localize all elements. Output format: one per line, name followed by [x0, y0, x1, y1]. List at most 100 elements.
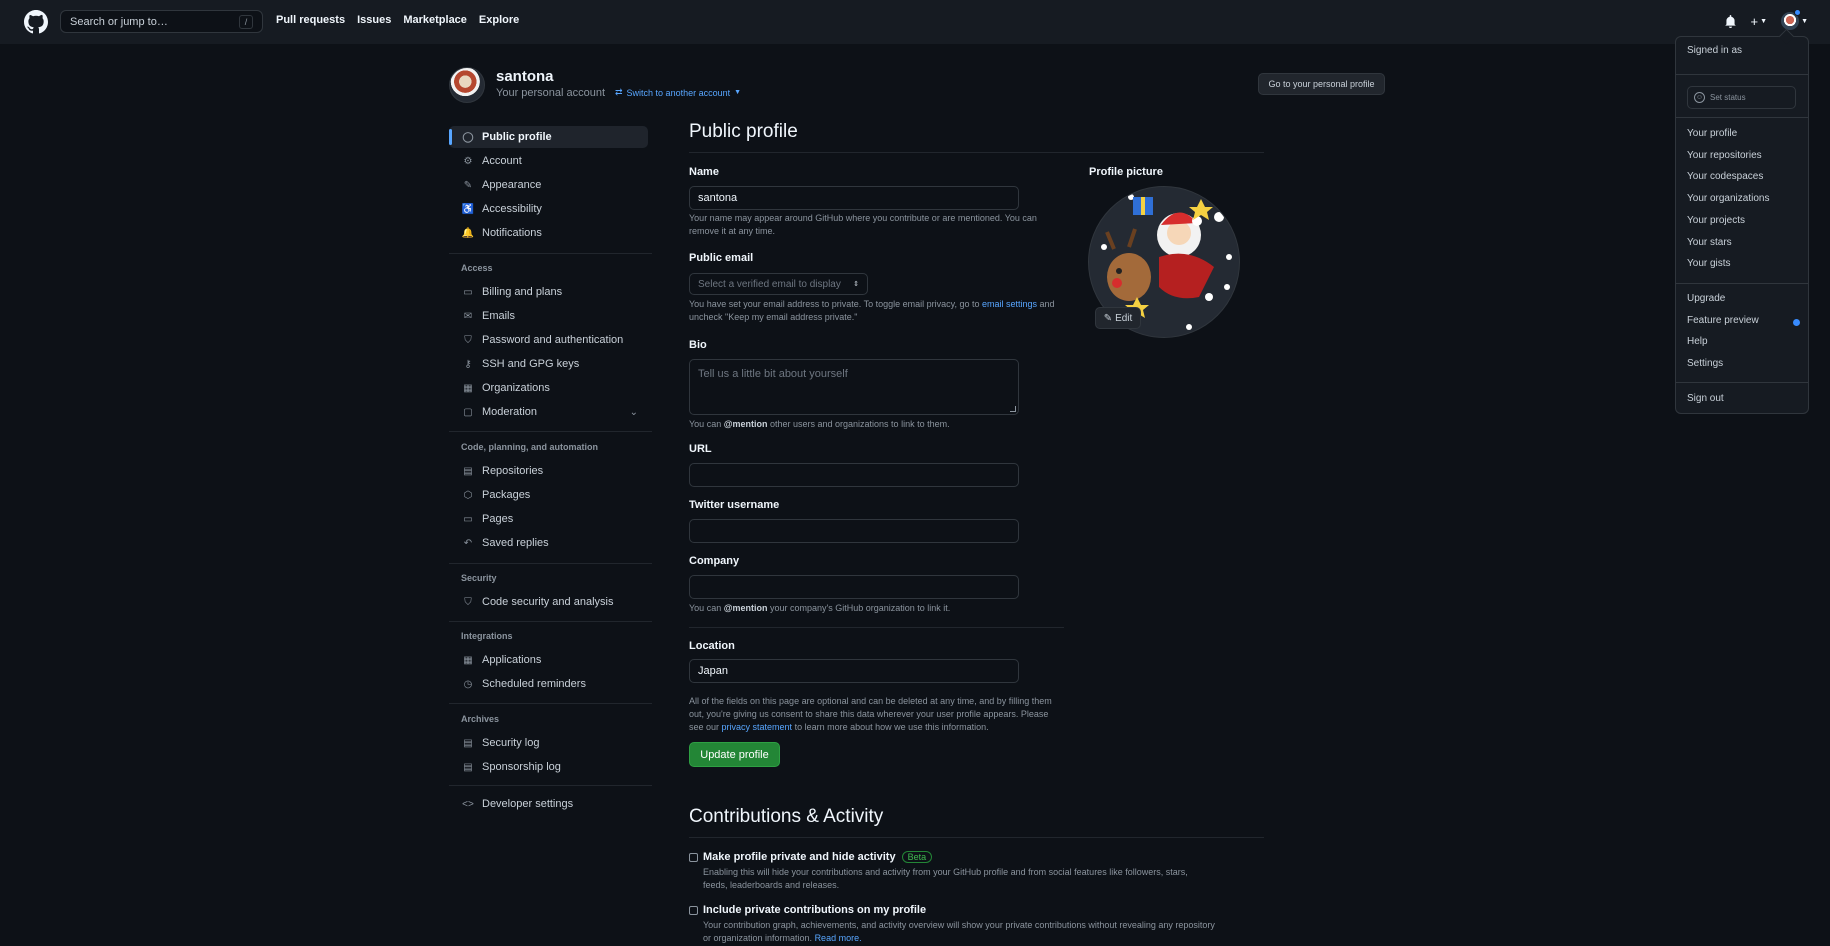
mail-icon: ✉ — [463, 310, 473, 322]
url-input[interactable] — [689, 463, 1019, 487]
public-email-label: Public email — [689, 252, 754, 264]
menu-your-gists[interactable]: Your gists — [1687, 258, 1731, 269]
sidebar-item-label: Emails — [482, 310, 516, 322]
github-logo-icon[interactable] — [24, 10, 48, 34]
sidebar-item-ssh-gpg[interactable]: ⚷ SSH and GPG keys — [449, 353, 648, 375]
top-header: Search or jump to… / Pull requests Issue… — [0, 0, 1830, 44]
location-input[interactable]: Japan — [689, 659, 1019, 683]
sidebar-item-pages[interactable]: ▭ Pages — [449, 508, 648, 530]
select-arrows-icon: ⇕ — [853, 281, 859, 288]
sidebar-item-label: Account — [482, 155, 522, 167]
include-private-title: Include private contributions on my prof… — [703, 904, 927, 916]
sidebar-divider — [449, 563, 652, 564]
privacy-statement-link[interactable]: privacy statement — [722, 722, 793, 732]
sidebar-divider — [449, 703, 652, 704]
browser-icon: ▭ — [463, 513, 473, 525]
bio-placeholder: Tell us a little bit about yourself — [698, 368, 848, 380]
sidebar-item-security-log[interactable]: ▤ Security log — [449, 732, 648, 754]
dropdown-divider — [1676, 382, 1808, 383]
sidebar-item-scheduled-reminders[interactable]: ◷ Scheduled reminders — [449, 673, 648, 695]
accessibility-icon: ♿ — [461, 203, 475, 215]
go-to-profile-button[interactable]: Go to your personal profile — [1258, 73, 1385, 95]
reply-icon: ↶ — [463, 537, 473, 549]
sidebar-item-code-security[interactable]: ⛉ Code security and analysis — [449, 591, 648, 613]
edit-picture-button[interactable]: ✎ Edit — [1095, 307, 1141, 329]
sidebar-item-saved-replies[interactable]: ↶ Saved replies — [449, 532, 648, 554]
plus-icon: + — [1750, 13, 1759, 29]
sidebar-item-label: Accessibility — [482, 203, 542, 215]
menu-sign-out[interactable]: Sign out — [1687, 393, 1724, 404]
set-status-button[interactable]: ☺ Set status — [1687, 86, 1796, 109]
name-input[interactable]: santona — [689, 186, 1019, 210]
bio-note-text-2: other users and organizations to link to… — [767, 419, 950, 429]
sidebar-item-account[interactable]: ⚙ Account — [449, 150, 648, 172]
sidebar-item-label: Packages — [482, 489, 531, 501]
read-more-link[interactable]: Read more. — [815, 933, 862, 943]
sidebar-item-billing[interactable]: ▭ Billing and plans — [449, 281, 648, 303]
credit-card-icon: ▭ — [463, 286, 473, 298]
nav-explore[interactable]: Explore — [479, 14, 519, 26]
sidebar-item-sponsorship-log[interactable]: ▤ Sponsorship log — [449, 756, 648, 778]
company-note: You can @mention your company's GitHub o… — [689, 602, 1059, 615]
email-settings-link[interactable]: email settings — [982, 299, 1037, 309]
twitter-input[interactable] — [689, 519, 1019, 543]
switch-account-button[interactable]: ⇄ Switch to another account ▼ — [615, 87, 741, 98]
bio-textarea[interactable]: Tell us a little bit about yourself — [689, 359, 1019, 415]
sidebar-heading-integrations: Integrations — [461, 631, 513, 641]
menu-your-codespaces[interactable]: Your codespaces — [1687, 171, 1763, 182]
menu-feature-preview[interactable]: Feature preview — [1687, 315, 1759, 326]
account-username[interactable]: santona — [496, 68, 554, 85]
public-email-select[interactable]: Select a verified email to display ⇕ — [689, 273, 868, 295]
menu-your-stars[interactable]: Your stars — [1687, 237, 1732, 248]
user-menu-button[interactable]: ▼ — [1781, 9, 1808, 30]
title-divider — [689, 152, 1264, 153]
sidebar-item-emails[interactable]: ✉ Emails — [449, 305, 648, 327]
sidebar-item-packages[interactable]: ⬡ Packages — [449, 484, 648, 506]
user-dropdown-menu: Signed in as ☺ Set status Your profile Yo… — [1675, 36, 1809, 414]
menu-your-projects[interactable]: Your projects — [1687, 215, 1745, 226]
mention-keyword: @mention — [723, 603, 768, 613]
nav-pull-requests[interactable]: Pull requests — [276, 14, 345, 26]
sidebar-item-label: Notifications — [482, 227, 542, 239]
sidebar-item-public-profile[interactable]: ◯ Public profile — [449, 126, 648, 148]
sidebar-item-password[interactable]: ⛉ Password and authentication — [449, 329, 648, 351]
company-label: Company — [689, 555, 740, 567]
nav-issues[interactable]: Issues — [357, 14, 391, 26]
menu-your-repositories[interactable]: Your repositories — [1687, 150, 1762, 161]
dropdown-divider — [1676, 283, 1808, 284]
sidebar-divider — [449, 253, 652, 254]
sidebar-item-repositories[interactable]: ▤ Repositories — [449, 460, 648, 482]
menu-your-organizations[interactable]: Your organizations — [1687, 193, 1769, 204]
sidebar-heading-code: Code, planning, and automation — [461, 442, 598, 452]
menu-upgrade[interactable]: Upgrade — [1687, 293, 1725, 304]
name-label: Name — [689, 166, 719, 178]
menu-settings[interactable]: Settings — [1687, 358, 1723, 369]
private-profile-checkbox[interactable] — [689, 853, 698, 862]
sidebar-item-label: Public profile — [482, 131, 552, 143]
url-label: URL — [689, 443, 712, 455]
nav-marketplace[interactable]: Marketplace — [403, 14, 467, 26]
update-profile-button[interactable]: Update profile — [689, 742, 780, 767]
shield-lock-icon: ⛉ — [464, 334, 472, 346]
include-private-checkbox[interactable] — [689, 906, 698, 915]
sidebar-item-moderation[interactable]: ▢ Moderation ⌄ — [449, 401, 648, 423]
bell-icon[interactable] — [1724, 14, 1737, 28]
search-placeholder: Search or jump to… — [70, 15, 168, 28]
sidebar-heading-archives: Archives — [461, 714, 500, 724]
create-new-button[interactable]: + ▼ — [1751, 14, 1768, 29]
company-input[interactable] — [689, 575, 1019, 599]
sidebar-item-notifications[interactable]: 🔔 Notifications — [449, 222, 648, 244]
sidebar-item-applications[interactable]: ▦ Applications — [449, 649, 648, 671]
menu-help[interactable]: Help — [1687, 336, 1708, 347]
search-input[interactable]: Search or jump to… / — [60, 10, 263, 33]
contributions-title: Contributions & Activity — [689, 806, 884, 827]
bell-icon: 🔔 — [461, 227, 475, 239]
sidebar-item-appearance[interactable]: ✎ Appearance — [449, 174, 648, 196]
sidebar-item-organizations[interactable]: ▦ Organizations — [449, 377, 648, 399]
resize-grip-icon[interactable] — [1010, 406, 1016, 412]
menu-your-profile[interactable]: Your profile — [1687, 128, 1737, 139]
sidebar-item-developer-settings[interactable]: <> Developer settings — [449, 793, 648, 815]
repo-icon: ▤ — [463, 465, 473, 477]
sidebar-item-accessibility[interactable]: ♿ Accessibility — [449, 198, 648, 220]
arrow-switch-icon: ⇄ — [615, 87, 623, 97]
